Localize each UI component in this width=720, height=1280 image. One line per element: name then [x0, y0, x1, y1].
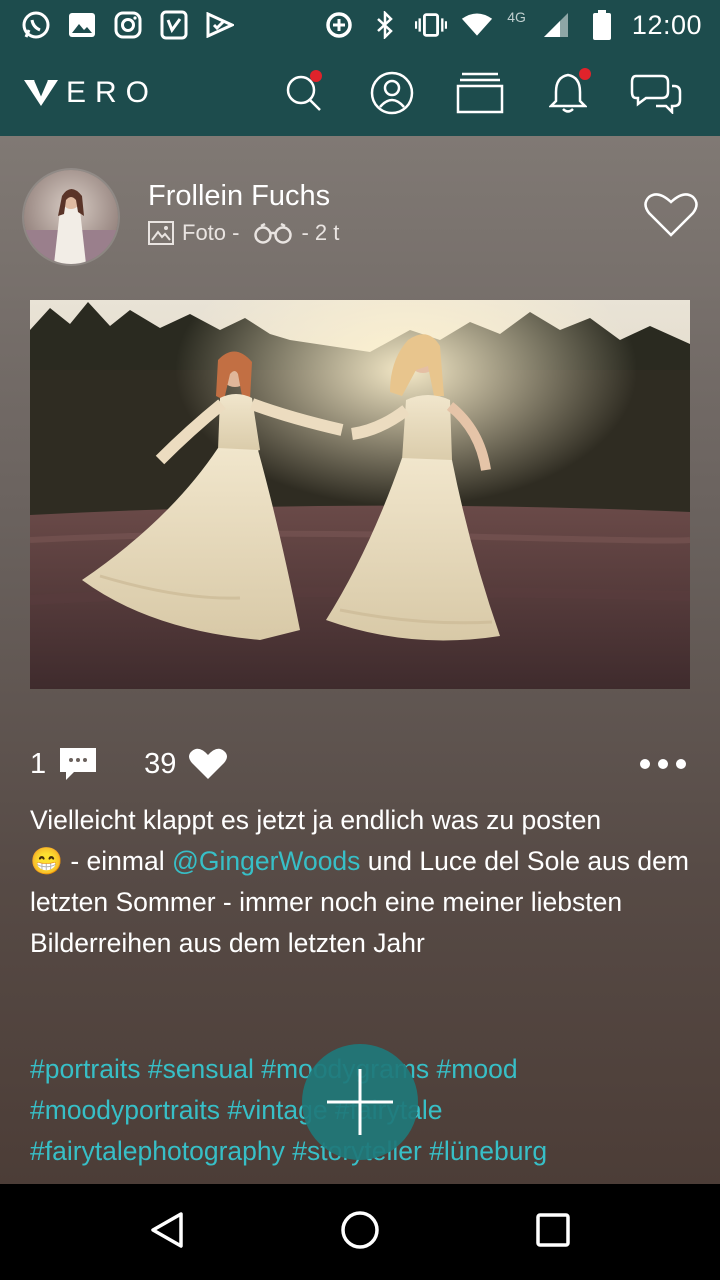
comments-button[interactable]: 1	[30, 746, 98, 782]
post-author-name[interactable]: Frollein Fuchs	[148, 180, 330, 213]
status-bar: 4G 12:00	[0, 0, 720, 50]
caption-text-2: - einmal	[63, 846, 172, 876]
more-dot	[658, 759, 668, 769]
avatar[interactable]	[24, 170, 118, 264]
binoculars-icon	[254, 222, 293, 244]
vero-v-logo-icon	[24, 80, 58, 106]
caption-text-1: Vielleicht klappt es jetzt ja endlich wa…	[30, 805, 602, 835]
post-meta: Foto - - 2 t	[148, 220, 339, 246]
grinning-emoji-icon: 😁	[30, 846, 63, 876]
notifications-button[interactable]	[524, 50, 612, 136]
likes-count: 39	[144, 747, 177, 780]
collections-icon	[456, 72, 504, 114]
home-circle-icon	[341, 1210, 379, 1249]
network-type-label: 4G	[507, 9, 526, 25]
messages-button[interactable]	[612, 50, 700, 136]
recents-square-icon	[536, 1212, 571, 1247]
top-nav	[260, 50, 720, 136]
post-caption: Vielleicht klappt es jetzt ja endlich wa…	[30, 800, 690, 964]
more-dot	[676, 759, 686, 769]
post-time-label: - 2 t	[301, 220, 340, 245]
instagram-icon	[112, 9, 144, 41]
likes-button[interactable]: 39	[144, 747, 228, 781]
tasks-icon	[158, 9, 190, 41]
post-type-label: Foto -	[182, 220, 240, 245]
back-triangle-icon	[150, 1211, 183, 1248]
create-post-button[interactable]	[302, 1044, 418, 1160]
collections-button[interactable]	[436, 50, 524, 136]
bluetooth-icon	[369, 9, 401, 41]
notification-dot	[579, 68, 591, 80]
comment-icon	[60, 748, 97, 780]
like-post-button[interactable]	[644, 192, 698, 243]
home-button[interactable]	[340, 1210, 380, 1255]
vero-logo[interactable]: ERO	[0, 76, 158, 110]
app-bar: ERO	[0, 50, 720, 136]
post-photo[interactable]	[30, 300, 690, 689]
profile-icon	[370, 71, 414, 115]
logo-text: ERO	[66, 76, 159, 109]
comments-count: 1	[30, 747, 47, 780]
search-notification-dot	[310, 70, 322, 82]
data-saver-icon	[323, 9, 355, 41]
plus-icon	[327, 1069, 393, 1135]
post-stats: 1 39	[30, 742, 690, 786]
system-nav-bar	[0, 1184, 720, 1280]
wifi-icon	[461, 9, 493, 41]
whatsapp-icon	[20, 9, 52, 41]
check-flag-icon	[204, 9, 236, 41]
signal-icon	[540, 9, 572, 41]
vibrate-icon	[415, 9, 448, 41]
heart-filled-icon	[189, 748, 228, 779]
photo-icon	[148, 221, 174, 245]
clock-time: 12:00	[631, 9, 702, 40]
mention-link[interactable]: @GingerWoods	[172, 846, 360, 876]
chat-icon	[630, 74, 682, 114]
profile-button[interactable]	[348, 50, 436, 136]
recents-button[interactable]	[533, 1210, 573, 1255]
back-button[interactable]	[147, 1210, 187, 1255]
battery-icon	[586, 9, 618, 41]
gallery-icon	[66, 9, 98, 41]
search-button[interactable]	[260, 50, 348, 136]
more-dot	[640, 759, 650, 769]
feed[interactable]: Frollein Fuchs Foto - - 2 t 1 39 Viellei…	[0, 136, 720, 1184]
more-options-button[interactable]	[640, 759, 690, 769]
heart-outline-icon	[644, 193, 698, 237]
